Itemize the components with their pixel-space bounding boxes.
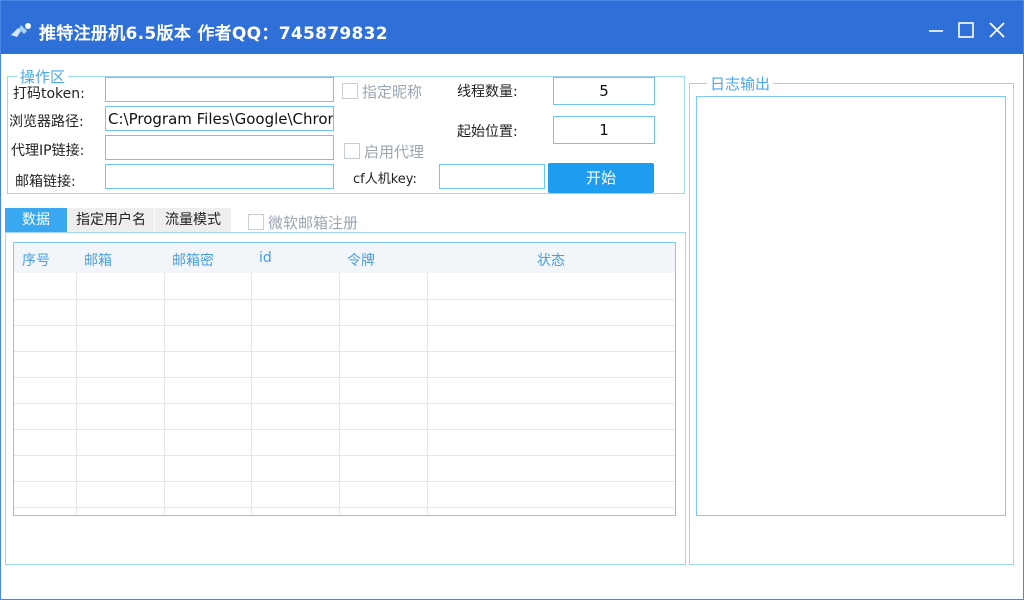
maximize-icon[interactable] <box>955 19 977 41</box>
mailbox-link-input[interactable] <box>105 164 334 189</box>
proxy-link-label: 代理IP链接: <box>11 143 85 159</box>
proxy-checkbox-box[interactable] <box>344 143 360 159</box>
thread-count-input[interactable]: 5 <box>553 77 655 105</box>
tab-specified-username[interactable]: 指定用户名 <box>68 208 154 232</box>
tab-traffic-mode[interactable]: 流量模式 <box>155 208 231 232</box>
column-divider <box>251 273 252 515</box>
app-window: 推特注册机6.5版本 作者QQ：745879832 操作区 打码token: 浏… <box>0 0 1024 600</box>
browser-path-input[interactable]: C:\Program Files\Google\Chrome <box>105 106 334 131</box>
column-divider <box>164 273 165 515</box>
token-input[interactable] <box>105 77 334 102</box>
app-logo-icon <box>11 23 31 37</box>
title-bar[interactable]: 推特注册机6.5版本 作者QQ：745879832 <box>1 1 1023 54</box>
start-position-input[interactable]: 1 <box>553 116 655 144</box>
thread-count-label: 线程数量: <box>457 84 518 100</box>
cf-key-label: cf人机key: <box>353 172 417 187</box>
tab-data[interactable]: 数据 <box>5 208 67 232</box>
data-table[interactable]: 序号 邮箱 邮箱密 id 令牌 状态 <box>13 242 676 516</box>
proxy-checkbox-label: 启用代理 <box>364 143 425 161</box>
row-divider <box>14 351 675 352</box>
cf-key-input[interactable] <box>439 164 545 189</box>
minimize-icon[interactable] <box>925 19 947 41</box>
column-header-id[interactable]: id <box>259 250 272 266</box>
column-header-index[interactable]: 序号 <box>22 250 50 270</box>
row-divider <box>14 481 675 482</box>
nickname-checkbox-box[interactable] <box>342 83 358 99</box>
table-header: 序号 邮箱 邮箱密 id 令牌 状态 <box>14 243 675 273</box>
row-divider <box>14 507 675 508</box>
proxy-checkbox[interactable]: 启用代理 <box>344 141 424 162</box>
row-divider <box>14 429 675 430</box>
column-header-token[interactable]: 令牌 <box>347 250 375 270</box>
row-divider <box>14 377 675 378</box>
start-position-label: 起始位置: <box>457 124 518 140</box>
row-divider <box>14 325 675 326</box>
column-divider <box>427 273 428 515</box>
token-label: 打码token: <box>13 86 85 102</box>
window-title: 推特注册机6.5版本 作者QQ：745879832 <box>39 24 388 44</box>
column-header-status[interactable]: 状态 <box>537 250 565 270</box>
row-divider <box>14 299 675 300</box>
column-header-email[interactable]: 邮箱 <box>84 250 112 270</box>
microsoft-mail-checkbox[interactable]: 微软邮箱注册 <box>248 212 358 233</box>
start-button[interactable]: 开始 <box>548 163 654 193</box>
microsoft-mail-checkbox-box[interactable] <box>248 214 264 230</box>
close-icon[interactable] <box>986 19 1008 41</box>
log-group-legend: 日志输出 <box>707 73 774 94</box>
proxy-link-input[interactable] <box>105 135 334 160</box>
row-divider <box>14 455 675 456</box>
log-output-textarea[interactable] <box>696 96 1006 516</box>
nickname-checkbox[interactable]: 指定昵称 <box>342 81 422 102</box>
column-header-email-password[interactable]: 邮箱密 <box>172 250 214 270</box>
row-divider <box>14 403 675 404</box>
column-divider <box>76 273 77 515</box>
mailbox-link-label: 邮箱链接: <box>15 174 76 190</box>
column-divider <box>339 273 340 515</box>
microsoft-mail-checkbox-label: 微软邮箱注册 <box>268 214 359 232</box>
browser-path-label: 浏览器路径: <box>9 114 84 130</box>
nickname-checkbox-label: 指定昵称 <box>362 83 423 101</box>
